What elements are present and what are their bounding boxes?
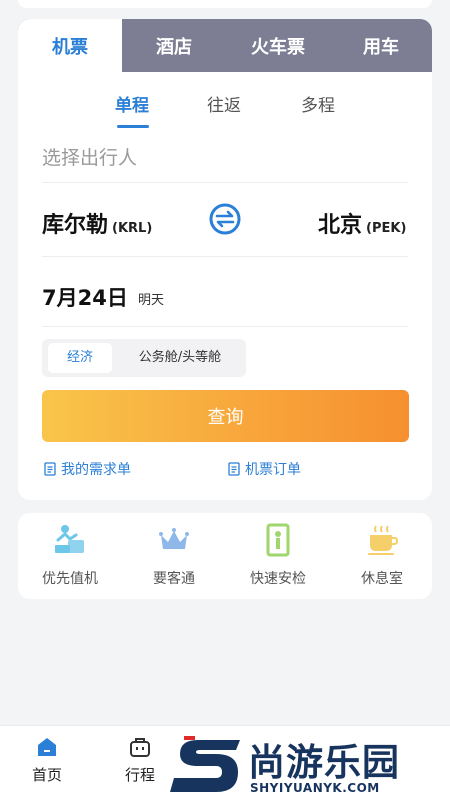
coffee-cup-icon <box>368 525 399 555</box>
tab-flights[interactable]: 机票 <box>18 19 122 72</box>
my-requests-label: 我的需求单 <box>61 462 131 478</box>
document-icon <box>44 462 56 476</box>
service-label: 休息室 <box>361 571 403 587</box>
watermark-s-icon <box>170 736 240 792</box>
trip-type-roundtrip[interactable]: 往返 <box>207 91 241 116</box>
trip-type-selector: 单程 往返 多程 <box>18 79 432 134</box>
services-card: 优先值机 要客通 快速安检 休息室 <box>18 513 432 599</box>
divider <box>42 256 408 257</box>
departure-city[interactable]: 库尔勒 (KRL) <box>42 207 152 239</box>
divider <box>42 326 408 327</box>
flight-booking-card: 机票 酒店 火车票 用车 单程 往返 多程 选择出行人 库尔勒 (KRL) 北京(… <box>18 19 432 500</box>
top-card-edge <box>18 0 432 8</box>
passenger-selector[interactable]: 选择出行人 <box>42 143 137 170</box>
watermark-domain: SHYIYUANYK.COM <box>250 781 380 795</box>
service-priority-checkin[interactable]: 优先值机 <box>20 523 120 588</box>
tab-trains[interactable]: 火车票 <box>226 19 330 72</box>
service-fast-security[interactable]: 快速安检 <box>228 523 328 588</box>
service-lounge[interactable]: 休息室 <box>332 523 432 588</box>
document-icon <box>228 462 240 476</box>
security-gate-icon <box>266 523 290 557</box>
nav-itinerary[interactable]: 行程 <box>110 736 170 785</box>
flight-orders-label: 机票订单 <box>245 462 301 478</box>
home-icon <box>38 738 56 756</box>
service-vip[interactable]: 要客通 <box>124 523 224 588</box>
cabin-class-selector: 经济 公务舱/头等舱 <box>42 339 246 377</box>
product-tabs: 机票 酒店 火车票 用车 <box>18 19 432 72</box>
departure-city-code: (KRL) <box>112 221 153 236</box>
divider <box>42 182 408 183</box>
nav-label: 首页 <box>31 766 62 784</box>
nav-home[interactable]: 首页 <box>17 736 77 785</box>
arrival-city[interactable]: 北京 (PEK) <box>318 207 406 239</box>
cabin-economy[interactable]: 经济 <box>48 343 112 373</box>
departure-date-relative: 明天 <box>138 293 165 308</box>
departure-date[interactable]: 7月24日 <box>42 282 128 312</box>
watermark-logo: 尚游乐园 SHYIYUANYK.COM <box>170 730 450 800</box>
flight-orders-link[interactable]: 机票订单 <box>228 459 301 479</box>
tab-hotels[interactable]: 酒店 <box>122 19 226 72</box>
search-button[interactable]: 查询 <box>42 390 409 442</box>
service-label: 要客通 <box>153 571 195 587</box>
active-trip-underline <box>117 125 149 128</box>
cabin-business-first[interactable]: 公务舱/头等舱 <box>130 343 230 373</box>
priority-checkin-icon <box>55 525 84 553</box>
watermark-text: 尚游乐园 <box>248 741 400 784</box>
arrival-city-name: 北京 <box>318 213 363 238</box>
service-label: 快速安检 <box>250 571 306 587</box>
service-label: 优先值机 <box>42 571 98 587</box>
trip-type-oneway[interactable]: 单程 <box>115 91 149 116</box>
luggage-icon <box>130 738 150 757</box>
arrival-city-code: (PEK) <box>366 221 407 236</box>
swap-cities-icon[interactable] <box>209 203 241 235</box>
departure-city-name: 库尔勒 <box>42 213 109 238</box>
tab-car[interactable]: 用车 <box>330 19 432 72</box>
nav-label: 行程 <box>124 766 155 784</box>
trip-type-multicity[interactable]: 多程 <box>301 91 335 116</box>
crown-icon <box>159 528 189 549</box>
my-requests-link[interactable]: 我的需求单 <box>44 459 131 479</box>
